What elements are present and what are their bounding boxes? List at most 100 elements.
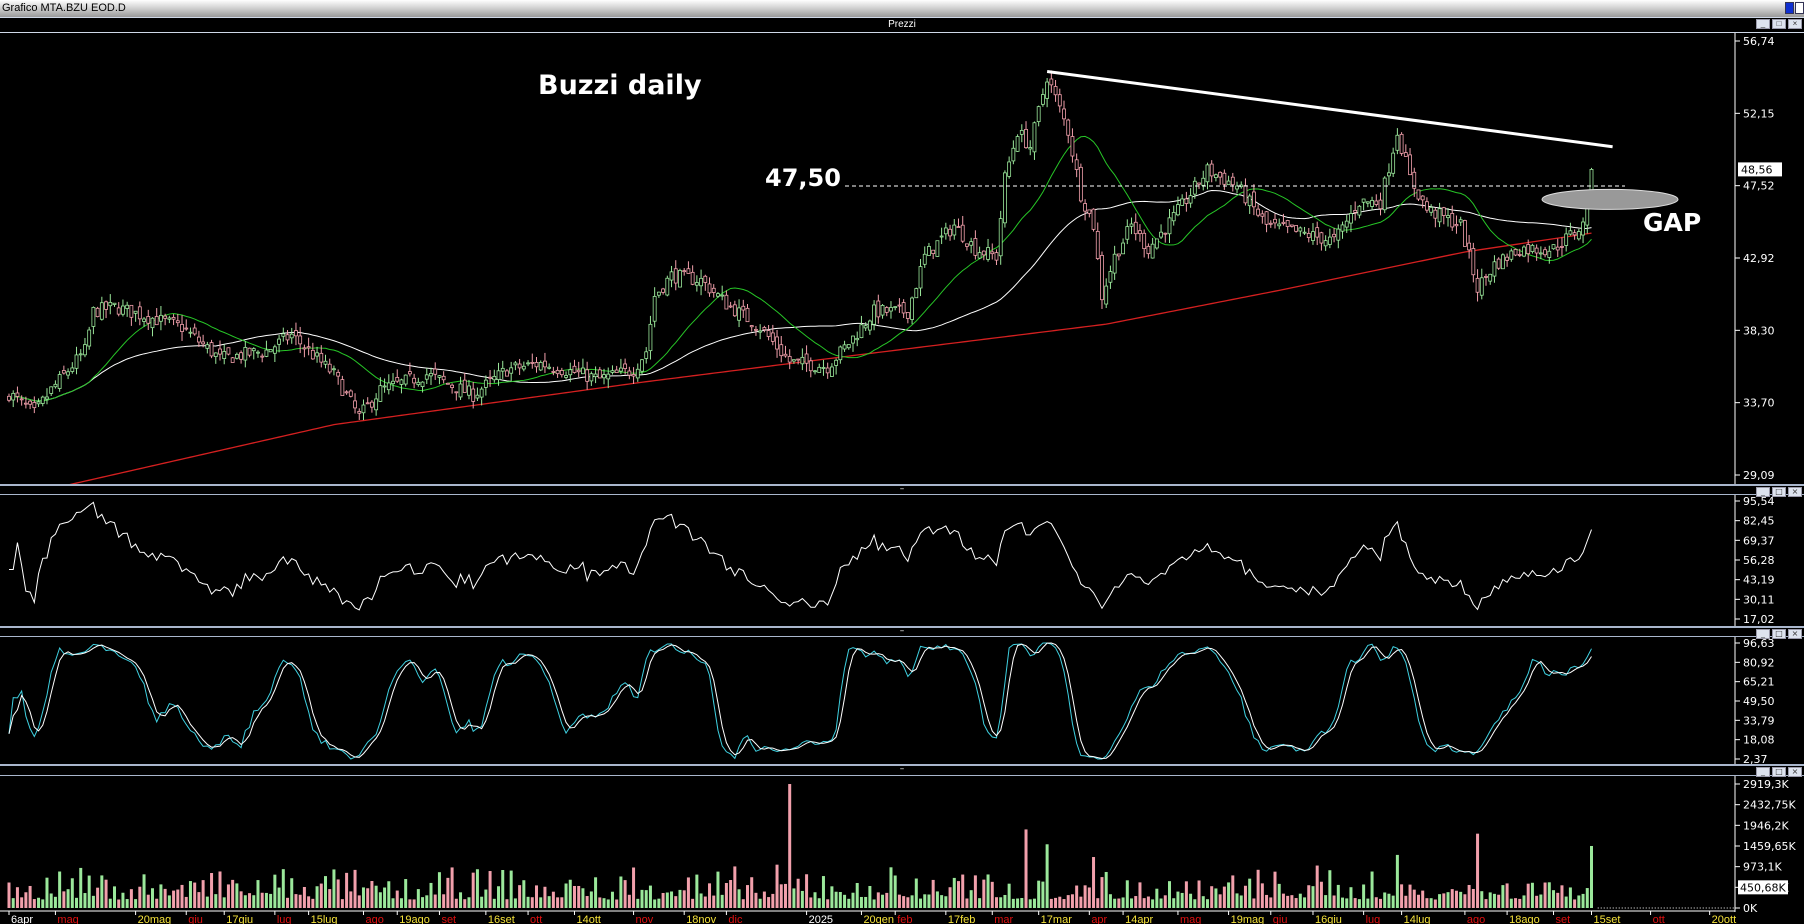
- candle-body: [420, 381, 425, 387]
- chart-title-annotation: Buzzi daily: [538, 70, 702, 101]
- candle-body: [859, 324, 864, 339]
- window-color-icon[interactable]: [1785, 2, 1794, 14]
- candle-body: [530, 361, 535, 364]
- candle-body: [1302, 231, 1307, 234]
- candle-body: [1353, 210, 1358, 213]
- volume-bar: [286, 897, 290, 908]
- candle-body: [779, 344, 784, 357]
- candle-body: [1070, 136, 1075, 157]
- volume-bar: [994, 897, 998, 908]
- volume-bar: [1096, 898, 1100, 908]
- volume-bar: [45, 877, 49, 908]
- separator-handle[interactable]: –: [900, 626, 905, 636]
- panel-header-prezzi: Prezzi _ □ ×: [0, 17, 1804, 33]
- volume-bar: [805, 874, 809, 908]
- candle-body: [1572, 232, 1577, 236]
- candle-body: [112, 302, 117, 305]
- candle-body: [1138, 230, 1142, 235]
- panel-separator-rsi[interactable]: – _ □ ×: [0, 484, 1804, 497]
- panel-separator-volume[interactable]: – _ □ ×: [0, 764, 1804, 777]
- candle-body: [1475, 277, 1480, 293]
- candle-body: [505, 370, 509, 377]
- candle-body: [1281, 221, 1286, 224]
- candle-body: [922, 253, 927, 265]
- candle-body: [1176, 204, 1180, 216]
- volume-bar: [1235, 893, 1239, 908]
- volume-bar: [319, 883, 323, 908]
- volume-bar: [539, 897, 543, 908]
- volume-bar: [1016, 898, 1020, 908]
- volume-bar: [526, 896, 530, 908]
- volume-bar: [1197, 880, 1201, 908]
- volume-bar: [775, 864, 779, 908]
- window-tool-icon[interactable]: [1795, 2, 1804, 14]
- y-tick-label: 80,92: [1743, 656, 1775, 669]
- candle-body: [1074, 159, 1079, 170]
- volume-bar: [340, 899, 344, 908]
- candle-body: [762, 327, 767, 331]
- volume-bar: [518, 885, 522, 908]
- volume-bar: [1075, 885, 1079, 908]
- maximize-button[interactable]: □: [1772, 19, 1786, 29]
- volume-bar: [843, 894, 847, 908]
- volume-bar: [1315, 865, 1319, 908]
- volume-bar: [746, 885, 749, 908]
- volume-bar: [1028, 899, 1032, 908]
- candle-body: [70, 367, 75, 372]
- volume-bar: [1450, 889, 1454, 908]
- volume-bar: [66, 889, 70, 908]
- volume-bar: [1070, 894, 1074, 908]
- volume-bar: [459, 892, 463, 908]
- volume-bar: [838, 892, 842, 908]
- candle-body: [1378, 199, 1383, 210]
- separator-handle[interactable]: –: [900, 484, 905, 494]
- candle-body: [521, 365, 526, 370]
- volume-bar: [1130, 898, 1134, 908]
- candle-body: [994, 252, 999, 261]
- volume-bar: [467, 897, 471, 908]
- candle-body: [1083, 203, 1087, 212]
- panel-separator-stochastic[interactable]: – _ □ ×: [0, 626, 1804, 639]
- candle-body: [323, 360, 328, 365]
- candle-body: [454, 391, 459, 394]
- volume-bar: [100, 875, 104, 908]
- candle-body: [45, 396, 49, 400]
- minimize-button[interactable]: _: [1756, 19, 1770, 29]
- candle-body: [568, 369, 573, 376]
- volume-bar: [1054, 897, 1058, 908]
- volume-bar: [1324, 895, 1328, 908]
- candle-body: [1576, 231, 1581, 240]
- candle-body: [1298, 227, 1303, 232]
- volume-bar: [543, 886, 547, 908]
- candle-body: [121, 305, 125, 315]
- candle-body: [1433, 209, 1438, 219]
- volume-bar: [1168, 881, 1171, 908]
- volume-bar: [383, 887, 387, 908]
- volume-bar: [1222, 886, 1226, 908]
- close-button[interactable]: ×: [1788, 19, 1802, 29]
- candle-body: [1551, 244, 1556, 250]
- volume-bar: [11, 898, 15, 908]
- volume-bar: [1404, 895, 1408, 908]
- volume-bar: [20, 897, 24, 908]
- volume-bar: [513, 898, 517, 908]
- candle-body: [40, 396, 45, 404]
- volume-bar: [226, 884, 230, 908]
- candle-body: [804, 353, 809, 364]
- volume-bar: [395, 890, 399, 908]
- candle-body: [576, 369, 581, 373]
- volume-bar: [712, 895, 716, 908]
- volume-bar: [1193, 899, 1197, 908]
- volume-bar: [1146, 896, 1150, 908]
- y-tick-label: 1459,65K: [1743, 840, 1796, 853]
- separator-handle[interactable]: –: [900, 764, 905, 774]
- volume-bar: [201, 880, 205, 908]
- volume-bar: [1290, 895, 1294, 908]
- volume-bar: [315, 886, 319, 908]
- candle-body: [1370, 200, 1374, 207]
- volume-bar: [636, 898, 640, 908]
- candle-body: [728, 305, 733, 308]
- candle-body: [1167, 217, 1172, 235]
- candle-body: [1568, 230, 1573, 235]
- candle-body: [732, 304, 737, 317]
